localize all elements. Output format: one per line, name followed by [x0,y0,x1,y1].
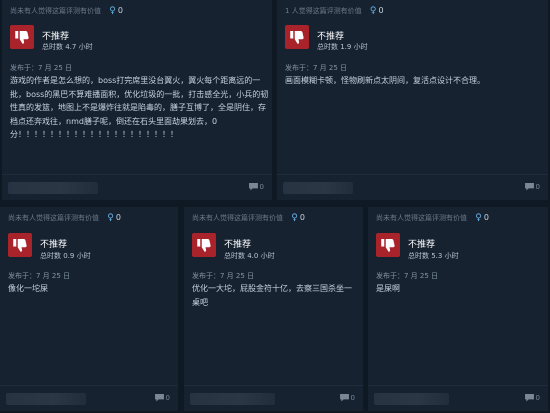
review-text: 像化一坨屎 [8,284,48,293]
divider [0,385,178,386]
recommendation-label: 不推荐 [40,240,68,250]
thumbs-down-icon [285,25,309,49]
recommendation-label: 不推荐 [224,240,252,250]
helpful-count: 尚未有人觉得这篇评测有价值 ♀ 0 [192,213,305,223]
helpful-count: 尚未有人觉得这篇评测有价值 ♀ 0 [10,6,123,16]
award-count: 0 [483,213,489,222]
award-count: 0 [115,213,121,222]
thumbs-down-icon [10,25,34,49]
award-count: 0 [299,213,305,222]
comment-button[interactable]: 0 [524,394,540,402]
review-card: 1 人觉得这篇评测有价值 ♀ 0 不推荐 总时数 1.9 小时 发布于：7 月 2… [277,0,548,200]
playtime: 总时数 0.9 小时 [40,252,91,260]
recommendation-label: 不推荐 [42,32,70,42]
recommendation-label: 不推荐 [408,240,436,250]
posted-date: 发布于：7 月 25 日 [192,272,255,280]
thumbs-down-icon [192,233,216,257]
author-avatar[interactable] [190,393,275,405]
review-text: 优化一大坨，屁股金符十亿，去察三国杀坐一桌吧 [192,284,352,307]
award-icon[interactable]: ♀ [475,213,482,223]
award-icon[interactable]: ♀ [370,6,377,16]
comment-count: 0 [350,394,355,402]
comment-count: 0 [535,183,540,191]
comment-icon [154,394,164,402]
comment-count: 0 [259,183,264,191]
helpful-count: 尚未有人觉得这篇评测有价值 ♀ 0 [8,213,121,223]
thumbs-down-icon [8,233,32,257]
playtime: 总时数 5.3 小时 [408,252,459,260]
playtime: 总时数 1.9 小时 [317,43,368,51]
playtime: 总时数 4.0 小时 [224,252,275,260]
review-text: 游戏的作者是怎么想的，boss打完席里没台翼火，翼火每个距离远的一批，boss的… [10,76,269,139]
comment-icon [524,183,534,191]
helpful-count: 尚未有人觉得这篇评测有价值 ♀ 0 [376,213,489,223]
comment-icon [248,183,258,191]
thumbs-down-icon [376,233,400,257]
author-avatar[interactable] [6,393,86,405]
helpful-count: 1 人觉得这篇评测有价值 ♀ 0 [285,6,384,16]
comment-icon [339,394,349,402]
comment-icon [524,394,534,402]
divider [2,174,272,175]
author-avatar[interactable] [8,182,98,194]
posted-date: 发布于：7 月 25 日 [10,64,73,72]
helpful-text: 尚未有人觉得这篇评测有价值 [10,7,101,15]
review-text: 是屎啊 [376,284,400,293]
author-avatar[interactable] [283,182,353,194]
award-icon[interactable]: ♀ [107,213,114,223]
playtime: 总时数 4.7 小时 [42,43,93,51]
comment-button[interactable]: 0 [524,183,540,191]
review-card: 尚未有人觉得这篇评测有价值 ♀ 0 不推荐 总时数 0.9 小时 发布于：7 月 … [0,207,178,411]
helpful-text: 尚未有人觉得这篇评测有价值 [376,214,467,222]
divider [184,385,363,386]
recommendation-label: 不推荐 [317,32,345,42]
review-card: 尚未有人觉得这篇评测有价值 ♀ 0 不推荐 总时数 4.0 小时 发布于：7 月 … [184,207,363,411]
posted-date: 发布于：7 月 25 日 [376,272,439,280]
review-text: 画面模糊卡顿，怪物刷新点太阴间，复活点设计不合理。 [285,76,485,85]
comment-button[interactable]: 0 [154,394,170,402]
review-card: 尚未有人觉得这篇评测有价值 ♀ 0 不推荐 总时数 4.7 小时 发布于：7 月 … [2,0,272,200]
comment-button[interactable]: 0 [339,394,355,402]
comment-count: 0 [535,394,540,402]
posted-date: 发布于：7 月 25 日 [285,64,348,72]
author-avatar[interactable] [374,393,449,405]
comment-count: 0 [165,394,170,402]
helpful-text: 1 人觉得这篇评测有价值 [285,7,362,15]
posted-date: 发布于：7 月 25 日 [8,272,71,280]
helpful-text: 尚未有人觉得这篇评测有价值 [192,214,283,222]
award-icon[interactable]: ♀ [109,6,116,16]
divider [277,174,548,175]
award-count: 0 [117,6,123,15]
award-icon[interactable]: ♀ [291,213,298,223]
comment-button[interactable]: 0 [248,183,264,191]
divider [368,385,548,386]
review-card: 尚未有人觉得这篇评测有价值 ♀ 0 不推荐 总时数 5.3 小时 发布于：7 月 … [368,207,548,411]
award-count: 0 [378,6,384,15]
helpful-text: 尚未有人觉得这篇评测有价值 [8,214,99,222]
